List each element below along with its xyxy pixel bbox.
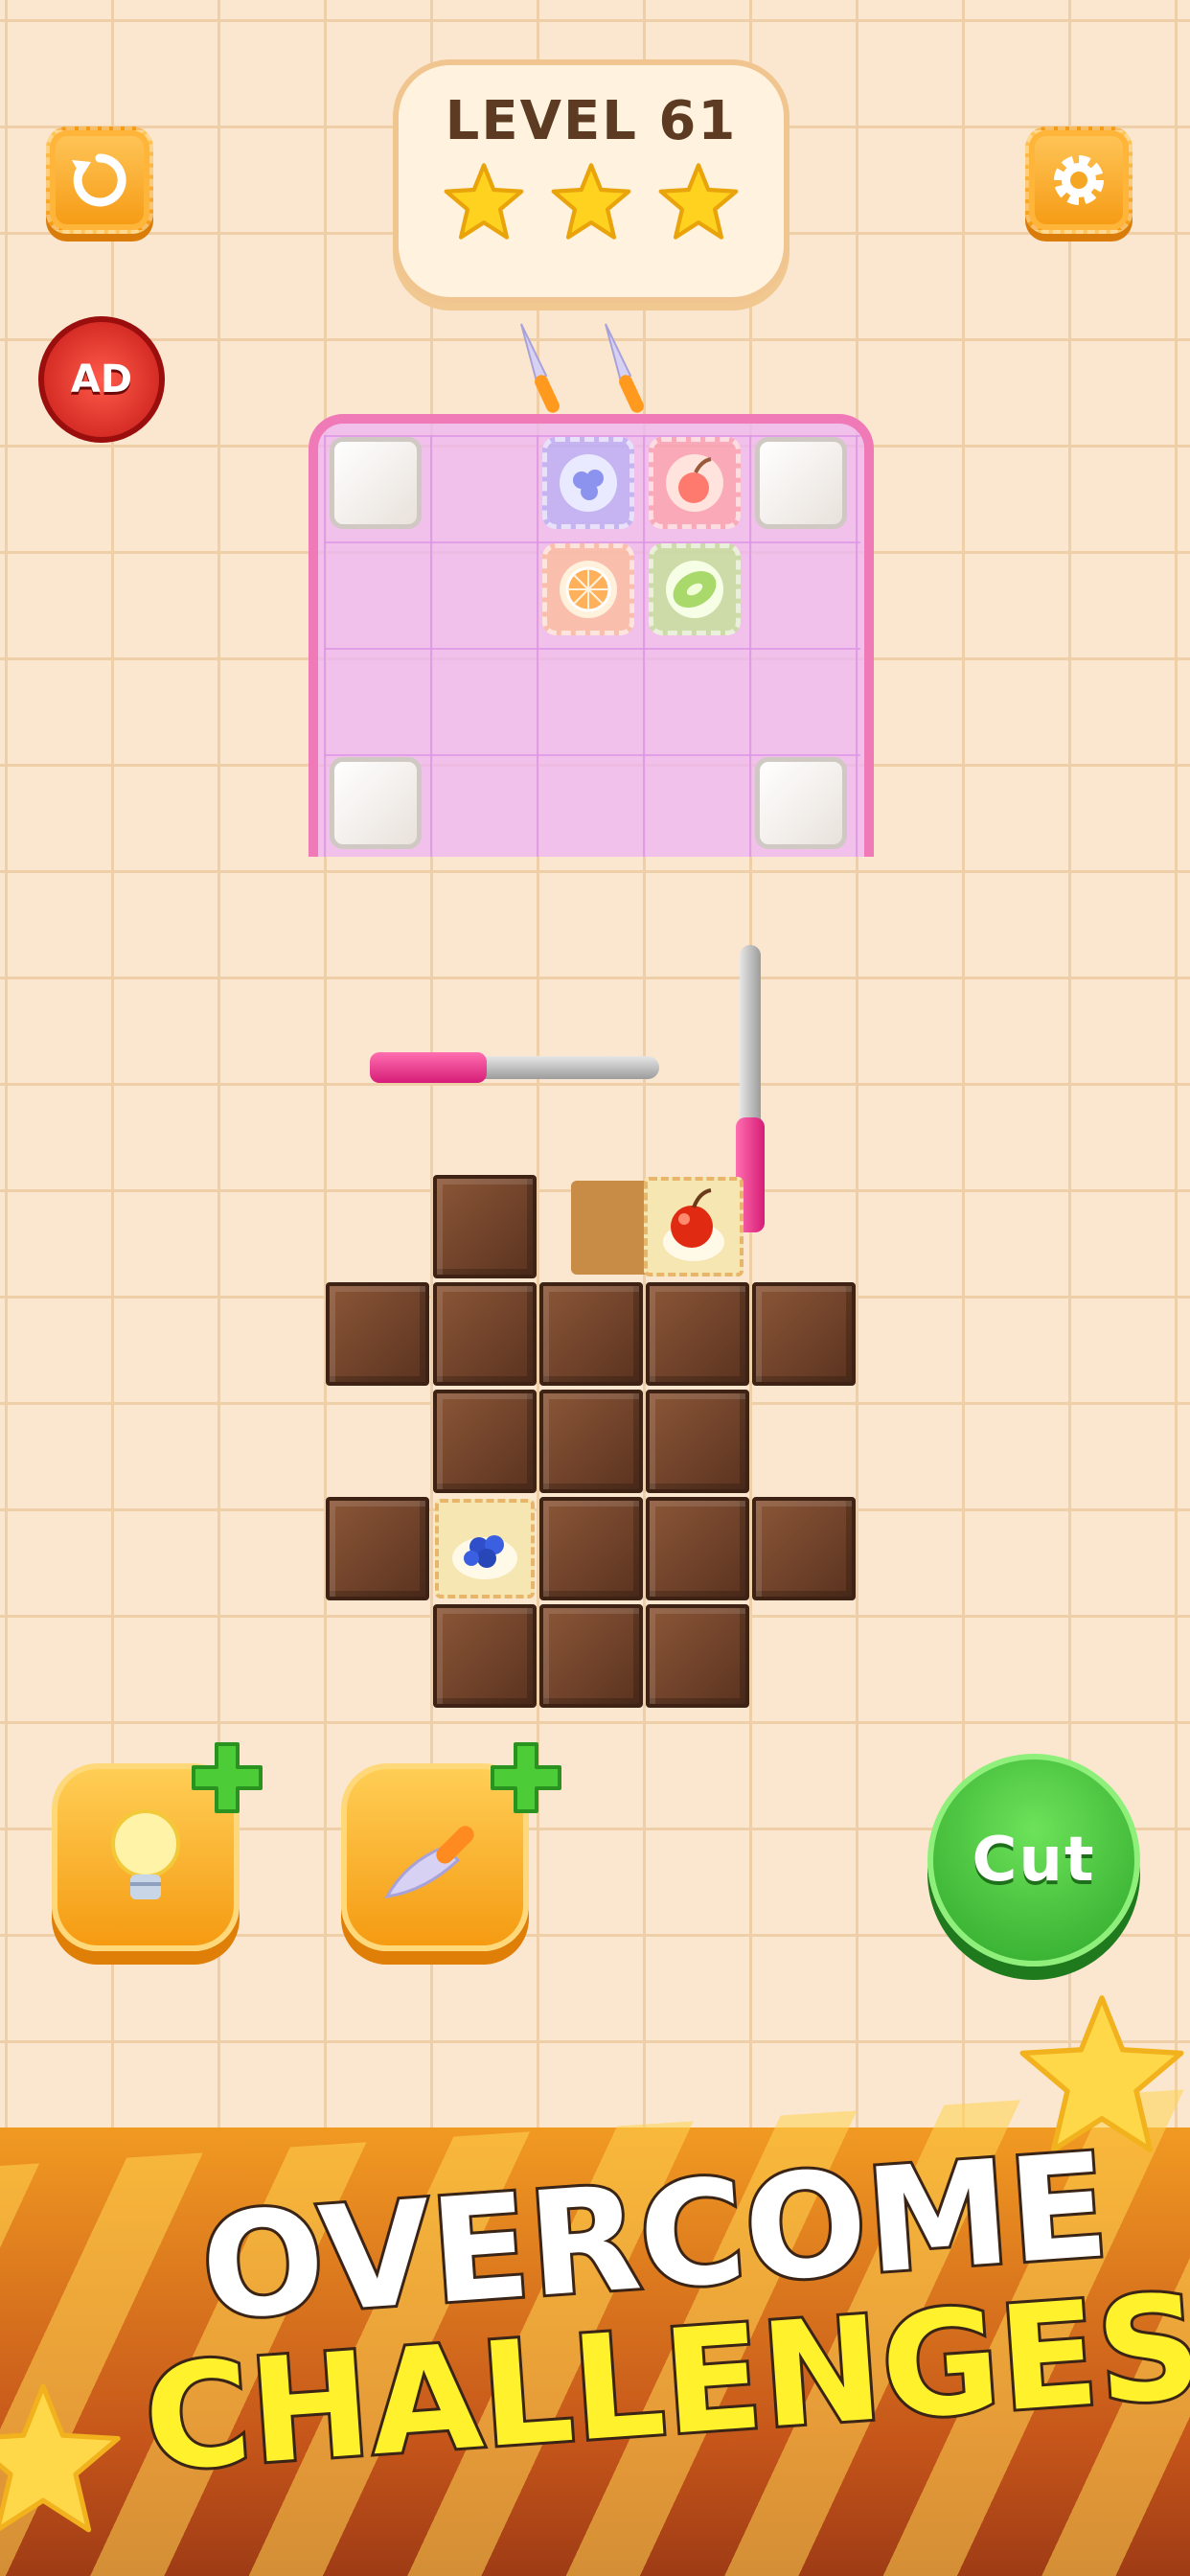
chocolate-piece[interactable] [752, 1282, 856, 1386]
star-rating [399, 162, 784, 241]
chocolate-piece[interactable] [646, 1497, 749, 1600]
chocolate-piece[interactable] [539, 1390, 643, 1493]
refresh-icon [72, 153, 126, 207]
cherry-target-slot [649, 437, 741, 529]
horizontal-knife-slider[interactable] [370, 1052, 659, 1083]
blueberry-icon [452, 1535, 517, 1579]
chocolate-piece[interactable] [326, 1497, 429, 1600]
chocolate-piece[interactable] [433, 1390, 537, 1493]
cut-label: Cut [972, 1825, 1096, 1896]
chocolate-piece[interactable] [646, 1604, 749, 1708]
chocolate-piece[interactable] [752, 1497, 856, 1600]
knife-icon [520, 323, 560, 413]
slider-handle[interactable] [370, 1052, 487, 1083]
plus-icon[interactable] [190, 1740, 264, 1815]
gear-icon [1054, 155, 1104, 205]
star-icon [444, 163, 524, 240]
target-board [309, 414, 874, 864]
knife-icon [605, 323, 644, 413]
chocolate-piece[interactable] [433, 1175, 537, 1278]
chocolate-piece[interactable] [326, 1282, 429, 1386]
chocolate-piece[interactable] [646, 1282, 749, 1386]
chocolate-piece[interactable] [539, 1282, 643, 1386]
slider-handle[interactable] [736, 1117, 765, 1232]
lightbulb-icon [111, 1809, 180, 1899]
cherry-cake-piece[interactable] [644, 1177, 744, 1276]
blocked-tile [755, 437, 847, 529]
level-panel: LEVEL 61 [393, 59, 790, 303]
chocolate-piece[interactable] [539, 1497, 643, 1600]
blueberry-target-slot [542, 437, 634, 529]
vertical-knife-slider[interactable] [736, 945, 765, 1232]
restart-button[interactable] [46, 126, 153, 234]
settings-button[interactable] [1025, 126, 1133, 234]
level-title: LEVEL 61 [445, 90, 738, 152]
blocked-tile [330, 437, 422, 529]
cut-button[interactable]: Cut [927, 1754, 1140, 1966]
ad-label: AD [70, 357, 133, 402]
knife-icon [384, 1826, 474, 1898]
orange-target-slot [542, 543, 634, 635]
empty-cell [571, 1181, 652, 1275]
blueberry-cake-piece[interactable] [435, 1499, 535, 1598]
blocked-tile [755, 757, 847, 849]
star-icon [0, 2383, 121, 2533]
game-scene: LEVEL 61 AD Cut OVERCOME CHALLENGES! [0, 0, 1190, 2576]
star-icon [658, 163, 739, 240]
blocked-tile [330, 757, 422, 849]
chocolate-piece[interactable] [539, 1604, 643, 1708]
kiwi-target-slot [649, 543, 741, 635]
chocolate-piece[interactable] [433, 1282, 537, 1386]
star-icon [551, 163, 631, 240]
cherry-icon [663, 1188, 724, 1261]
no-ads-button[interactable]: AD [38, 316, 165, 443]
plus-icon[interactable] [489, 1740, 563, 1815]
chocolate-piece[interactable] [433, 1604, 537, 1708]
chocolate-piece[interactable] [646, 1390, 749, 1493]
